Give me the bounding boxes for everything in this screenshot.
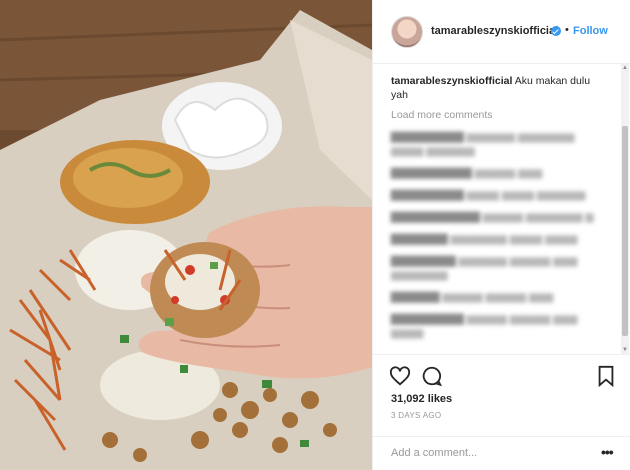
caption-username[interactable]: tamarableszynskiofficial: [391, 75, 512, 87]
blurred-comment: ▇▇▇▇▇▇▇▇▇ ▆▆▆▆▆▆ ▆▆▆▆▆▆▆ ▆▆▆▆ ▆▆▆▆▆▆: [391, 131, 575, 157]
blurred-comment: ▇▇▇▇▇▇▇▇▇▇ ▆▆▆▆▆ ▆▆▆: [391, 167, 543, 179]
add-comment-input[interactable]: [391, 443, 591, 463]
comments-list[interactable]: tamarableszynskiofficial Aku makan dulu …: [373, 64, 621, 354]
load-more-comments-button[interactable]: Load more comments: [391, 108, 607, 122]
blurred-comment: ▇▇▇▇▇▇▇▇ ▆▆▆▆▆▆ ▆▆▆▆▆ ▆▆▆ ▆▆▆▆▆▆▆: [391, 255, 578, 281]
separator-dot: •: [565, 24, 569, 36]
caption: tamarableszynskiofficial Aku makan dulu …: [391, 74, 607, 102]
bookmark-icon[interactable]: [597, 365, 615, 387]
post-header: tamarableszynskiofficial • Follow: [373, 0, 630, 64]
blurred-comment: ▇▇▇▇▇▇▇▇▇▇▇ ▆▆▆▆▆ ▆▆▆▆▆▆▆ ▆: [391, 211, 594, 223]
post-timestamp[interactable]: 3 DAYS AGO: [391, 411, 441, 420]
scroll-down-arrow-icon[interactable]: ▼: [622, 347, 628, 353]
scrollbar-thumb[interactable]: [622, 126, 628, 336]
heart-icon[interactable]: [389, 365, 411, 387]
avatar[interactable]: [391, 16, 423, 48]
post-photo[interactable]: [0, 0, 372, 470]
post-actions: 31,092 likes 3 DAYS AGO: [373, 354, 630, 436]
username[interactable]: tamarableszynskiofficial: [431, 25, 558, 37]
comments-scrollbar[interactable]: ▲ ▼: [621, 64, 629, 354]
blurred-comment: ▇▇▇▇▇▇ ▆▆▆▆▆ ▆▆▆▆▆ ▆▆▆: [391, 291, 554, 303]
more-options-icon[interactable]: •••: [601, 444, 614, 460]
verified-badge-icon: [551, 26, 561, 36]
instagram-post: tamarableszynskiofficial • Follow tamara…: [0, 0, 630, 470]
follow-button[interactable]: Follow: [573, 25, 608, 37]
scroll-up-arrow-icon[interactable]: ▲: [622, 65, 628, 71]
add-comment-bar: •••: [373, 436, 630, 470]
blurred-comment: ▇▇▇▇▇▇▇ ▆▆▆▆▆▆▆ ▆▆▆▆ ▆▆▆▆: [391, 233, 578, 245]
likes-count[interactable]: 31,092 likes: [391, 393, 452, 405]
blurred-comment: ▇▇▇▇▇▇▇▇▇ ▆▆▆▆▆ ▆▆▆▆▆ ▆▆▆ ▆▆▆▆: [391, 313, 578, 339]
food-photo-illustration: [0, 0, 372, 470]
post-side-panel: tamarableszynskiofficial • Follow tamara…: [372, 0, 630, 470]
comment-icon[interactable]: [421, 365, 443, 387]
blurred-comment: ▇▇▇▇▇▇▇▇▇ ▆▆▆▆ ▆▆▆▆ ▆▆▆▆▆▆: [391, 189, 586, 201]
